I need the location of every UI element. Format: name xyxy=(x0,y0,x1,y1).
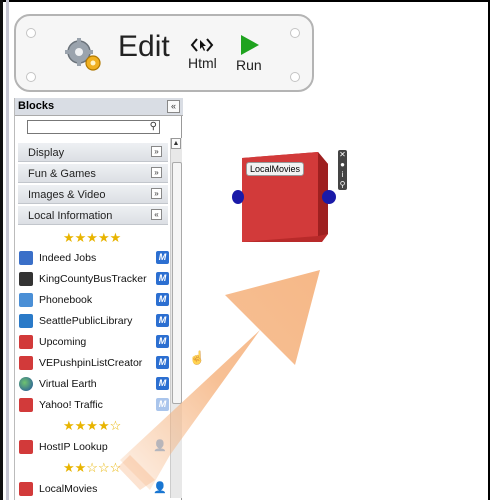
red-block-icon xyxy=(19,398,33,412)
rating-stars: ★★★★☆ xyxy=(63,418,122,433)
item-label: Indeed Jobs xyxy=(39,252,97,264)
list-item[interactable]: KingCountyBusTracker M xyxy=(17,270,169,290)
item-label: Yahoo! Traffic xyxy=(39,399,103,411)
list-item[interactable]: LocalMovies 👤 xyxy=(17,480,167,500)
search-icon[interactable]: ⚲ xyxy=(150,121,157,132)
item-label: Upcoming xyxy=(39,336,87,348)
edit-button[interactable] xyxy=(64,38,104,72)
toolbar-screw xyxy=(290,72,300,82)
output-port[interactable] xyxy=(322,190,336,204)
red-block-icon xyxy=(19,440,33,454)
chevron-down-icon[interactable]: » xyxy=(151,188,162,199)
collapse-panel-button[interactable]: « xyxy=(167,100,180,113)
category-images-video[interactable]: Images & Video » xyxy=(18,184,168,204)
list-item[interactable]: Phonebook M xyxy=(17,291,169,311)
m-badge-icon: M xyxy=(156,398,169,411)
red-block-icon xyxy=(19,335,33,349)
play-icon xyxy=(240,35,259,55)
category-fun-games[interactable]: Fun & Games » xyxy=(18,163,168,183)
rating-stars: ★★☆☆☆ xyxy=(63,460,122,475)
m-badge-icon: M xyxy=(156,272,169,285)
info-icon[interactable]: i xyxy=(338,170,347,180)
item-label: VEPushpinListCreator xyxy=(39,357,143,369)
panel-header: Blocks « xyxy=(15,98,183,116)
pin-icon[interactable]: ● xyxy=(338,160,347,170)
item-label: HostIP Lookup xyxy=(39,441,108,453)
category-display[interactable]: Display » xyxy=(18,142,168,162)
list-item[interactable]: Virtual Earth M xyxy=(17,375,169,395)
html-label: Html xyxy=(188,55,217,71)
chevron-up-icon[interactable]: « xyxy=(151,209,162,220)
block-title: LocalMovies xyxy=(246,162,305,176)
red-block-icon xyxy=(19,482,33,496)
toolbar-screw xyxy=(26,28,36,38)
panel-scrollbar[interactable]: ▲ xyxy=(170,138,182,498)
m-badge-icon: M xyxy=(156,335,169,348)
toolbar-screw xyxy=(290,28,300,38)
item-label: LocalMovies xyxy=(39,483,98,495)
list-item[interactable]: Upcoming M xyxy=(17,333,169,353)
input-port[interactable] xyxy=(232,190,244,204)
globe-icon xyxy=(19,377,33,391)
item-label: SeattlePublicLibrary xyxy=(39,315,133,327)
run-button[interactable]: Run xyxy=(236,34,262,73)
library-icon xyxy=(19,314,33,328)
list-item[interactable]: Indeed Jobs M xyxy=(17,249,169,269)
category-local-information[interactable]: Local Information « xyxy=(18,205,168,225)
blocks-panel: Blocks « ⚲ Display » Fun & Games » Image… xyxy=(14,98,183,500)
list-item[interactable]: VEPushpinListCreator M xyxy=(17,354,169,374)
m-badge-icon: M xyxy=(156,377,169,390)
scrollbar-thumb[interactable] xyxy=(172,162,182,404)
chevron-down-icon[interactable]: » xyxy=(151,146,162,157)
html-button[interactable]: Html xyxy=(188,36,217,71)
toolbar-screw xyxy=(26,72,36,82)
scroll-up-button[interactable]: ▲ xyxy=(171,138,181,149)
close-icon[interactable]: ✕ xyxy=(338,150,347,160)
person-icon: 👤 xyxy=(153,440,167,452)
category-label: Local Information xyxy=(28,210,113,222)
toolbar: Edit Html Run xyxy=(14,14,314,92)
window-left-shadow xyxy=(6,0,9,500)
m-badge-icon: M xyxy=(156,314,169,327)
person-icon: 👤 xyxy=(153,482,167,494)
list-item[interactable]: HostIP Lookup 👤 xyxy=(17,438,167,458)
edit-label[interactable]: Edit xyxy=(118,30,170,64)
m-badge-icon: M xyxy=(156,251,169,264)
item-label: Virtual Earth xyxy=(39,378,97,390)
drag-hand-icon: ☝ xyxy=(189,350,206,365)
panel-title: Blocks xyxy=(18,100,55,112)
category-label: Display xyxy=(28,147,65,159)
bus-icon xyxy=(19,272,33,286)
run-label: Run xyxy=(236,57,262,73)
m-badge-icon: M xyxy=(156,293,169,306)
red-block-icon xyxy=(19,356,33,370)
code-brackets-icon xyxy=(191,38,214,52)
item-label: KingCountyBusTracker xyxy=(39,273,147,285)
rating-stars: ★★★★★ xyxy=(63,230,122,245)
list-item[interactable]: Yahoo! Traffic M xyxy=(17,396,169,416)
search-icon[interactable]: ⚲ xyxy=(338,180,347,190)
m-badge-icon: M xyxy=(156,356,169,369)
category-label: Images & Video xyxy=(28,189,106,201)
indeed-icon xyxy=(19,251,33,265)
window-left-border xyxy=(0,0,3,500)
block-tools: ✕ ● i ⚲ xyxy=(338,150,347,190)
category-label: Fun & Games xyxy=(28,168,96,180)
chevron-down-icon[interactable]: » xyxy=(151,167,162,178)
search-input[interactable]: ⚲ xyxy=(27,120,160,134)
item-label: Phonebook xyxy=(39,294,93,306)
list-item[interactable]: SeattlePublicLibrary M xyxy=(17,312,169,332)
gears-icon xyxy=(65,38,101,71)
phonebook-icon xyxy=(19,293,33,307)
window-top-border xyxy=(0,0,490,2)
